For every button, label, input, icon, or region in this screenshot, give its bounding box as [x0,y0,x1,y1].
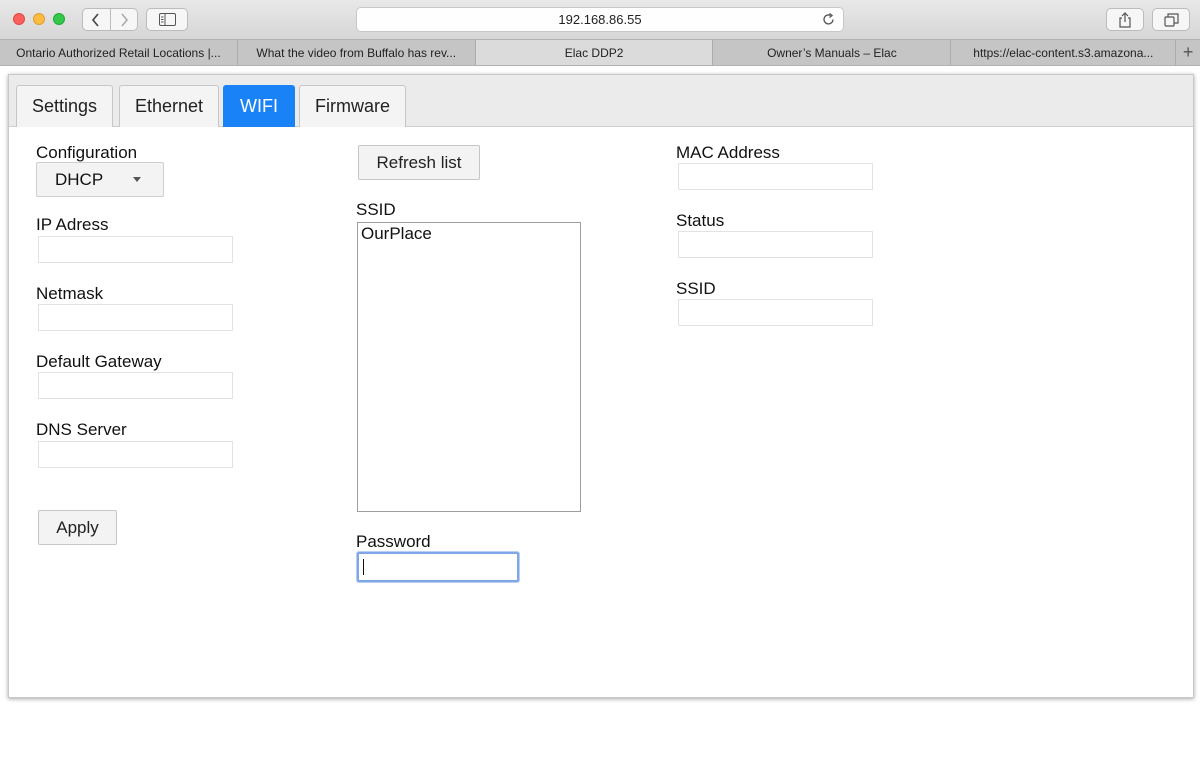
default-gateway-field[interactable] [38,372,233,399]
netmask-label: Netmask [36,284,104,303]
configuration-value: DHCP [55,169,104,189]
zoom-window-button[interactable] [53,13,65,25]
browser-tab[interactable]: Ontario Authorized Retail Locations |... [0,40,238,65]
history-nav [82,8,138,31]
address-bar[interactable]: 192.168.86.55 [356,7,844,32]
address-url: 192.168.86.55 [558,12,642,27]
netmask-field[interactable] [38,304,233,331]
sidebar-icon [158,13,176,26]
apply-button[interactable]: Apply [38,510,117,545]
password-label: Password [356,532,431,551]
configuration-select[interactable]: DHCP [36,162,164,197]
dns-server-field[interactable] [38,441,233,468]
browser-tab-label: Ontario Authorized Retail Locations |... [16,45,221,60]
connected-ssid-field[interactable] [678,299,873,326]
close-window-button[interactable] [13,13,25,25]
sidebar-toggle-button[interactable] [146,8,188,31]
mac-address-field[interactable] [678,163,873,190]
ssid-option[interactable]: OurPlace [358,223,580,245]
ip-address-label: IP Adress [36,215,109,234]
browser-tab-active[interactable]: Elac DDP2 [475,40,714,65]
chevron-right-icon [121,12,128,27]
configuration-label: Configuration [36,143,138,162]
refresh-list-button[interactable]: Refresh list [358,145,480,180]
browser-toolbar: 192.168.86.55 [0,0,1200,39]
settings-panel: Settings Ethernet WIFI Firmware Configur… [8,74,1194,698]
status-field[interactable] [678,231,873,258]
ssid-list-label: SSID [356,200,396,219]
text-cursor [363,559,364,575]
back-button[interactable] [83,9,110,30]
tab-label: Ethernet [134,96,204,116]
browser-tab-bar: Ontario Authorized Retail Locations |...… [0,39,1200,66]
connected-ssid-label: SSID [676,279,716,298]
tab-ethernet[interactable]: Ethernet [119,85,219,127]
status-label: Status [676,211,725,230]
browser-tab[interactable]: What the video from Buffalo has rev... [238,40,476,65]
tab-label: Settings [31,96,98,116]
browser-tab-label: https://elac-content.s3.amazona... [973,45,1154,60]
tab-settings[interactable]: Settings [16,85,113,127]
share-button[interactable] [1106,8,1144,31]
tab-wifi[interactable]: WIFI [223,85,295,127]
plus-icon: + [1182,42,1194,62]
chevron-down-icon [133,177,141,182]
browser-tab-label: What the video from Buffalo has rev... [256,45,457,60]
tab-label: WIFI [240,96,278,116]
show-all-tabs-button[interactable] [1152,8,1190,31]
browser-tab[interactable]: https://elac-content.s3.amazona... [951,40,1177,65]
reload-icon[interactable] [821,12,836,27]
minimize-window-button[interactable] [33,13,45,25]
page-tab-strip: Settings Ethernet WIFI Firmware [9,75,1193,127]
mac-address-label: MAC Address [676,143,780,162]
password-field[interactable] [357,552,519,582]
new-tab-button[interactable]: + [1176,40,1200,65]
tab-firmware[interactable]: Firmware [299,85,406,127]
dns-server-label: DNS Server [36,420,127,439]
forward-button[interactable] [109,9,138,30]
default-gateway-label: Default Gateway [36,352,162,371]
chevron-left-icon [92,12,99,27]
ssid-listbox[interactable]: OurPlace [357,222,581,512]
share-icon [1119,11,1131,28]
browser-tab-label: Elac DDP2 [564,45,624,60]
browser-tab-label: Owner’s Manuals – Elac [767,45,897,60]
browser-tab[interactable]: Owner’s Manuals – Elac [713,40,952,65]
ip-address-field[interactable] [38,236,233,263]
tab-label: Firmware [315,96,390,116]
tabs-overview-icon [1163,12,1179,27]
